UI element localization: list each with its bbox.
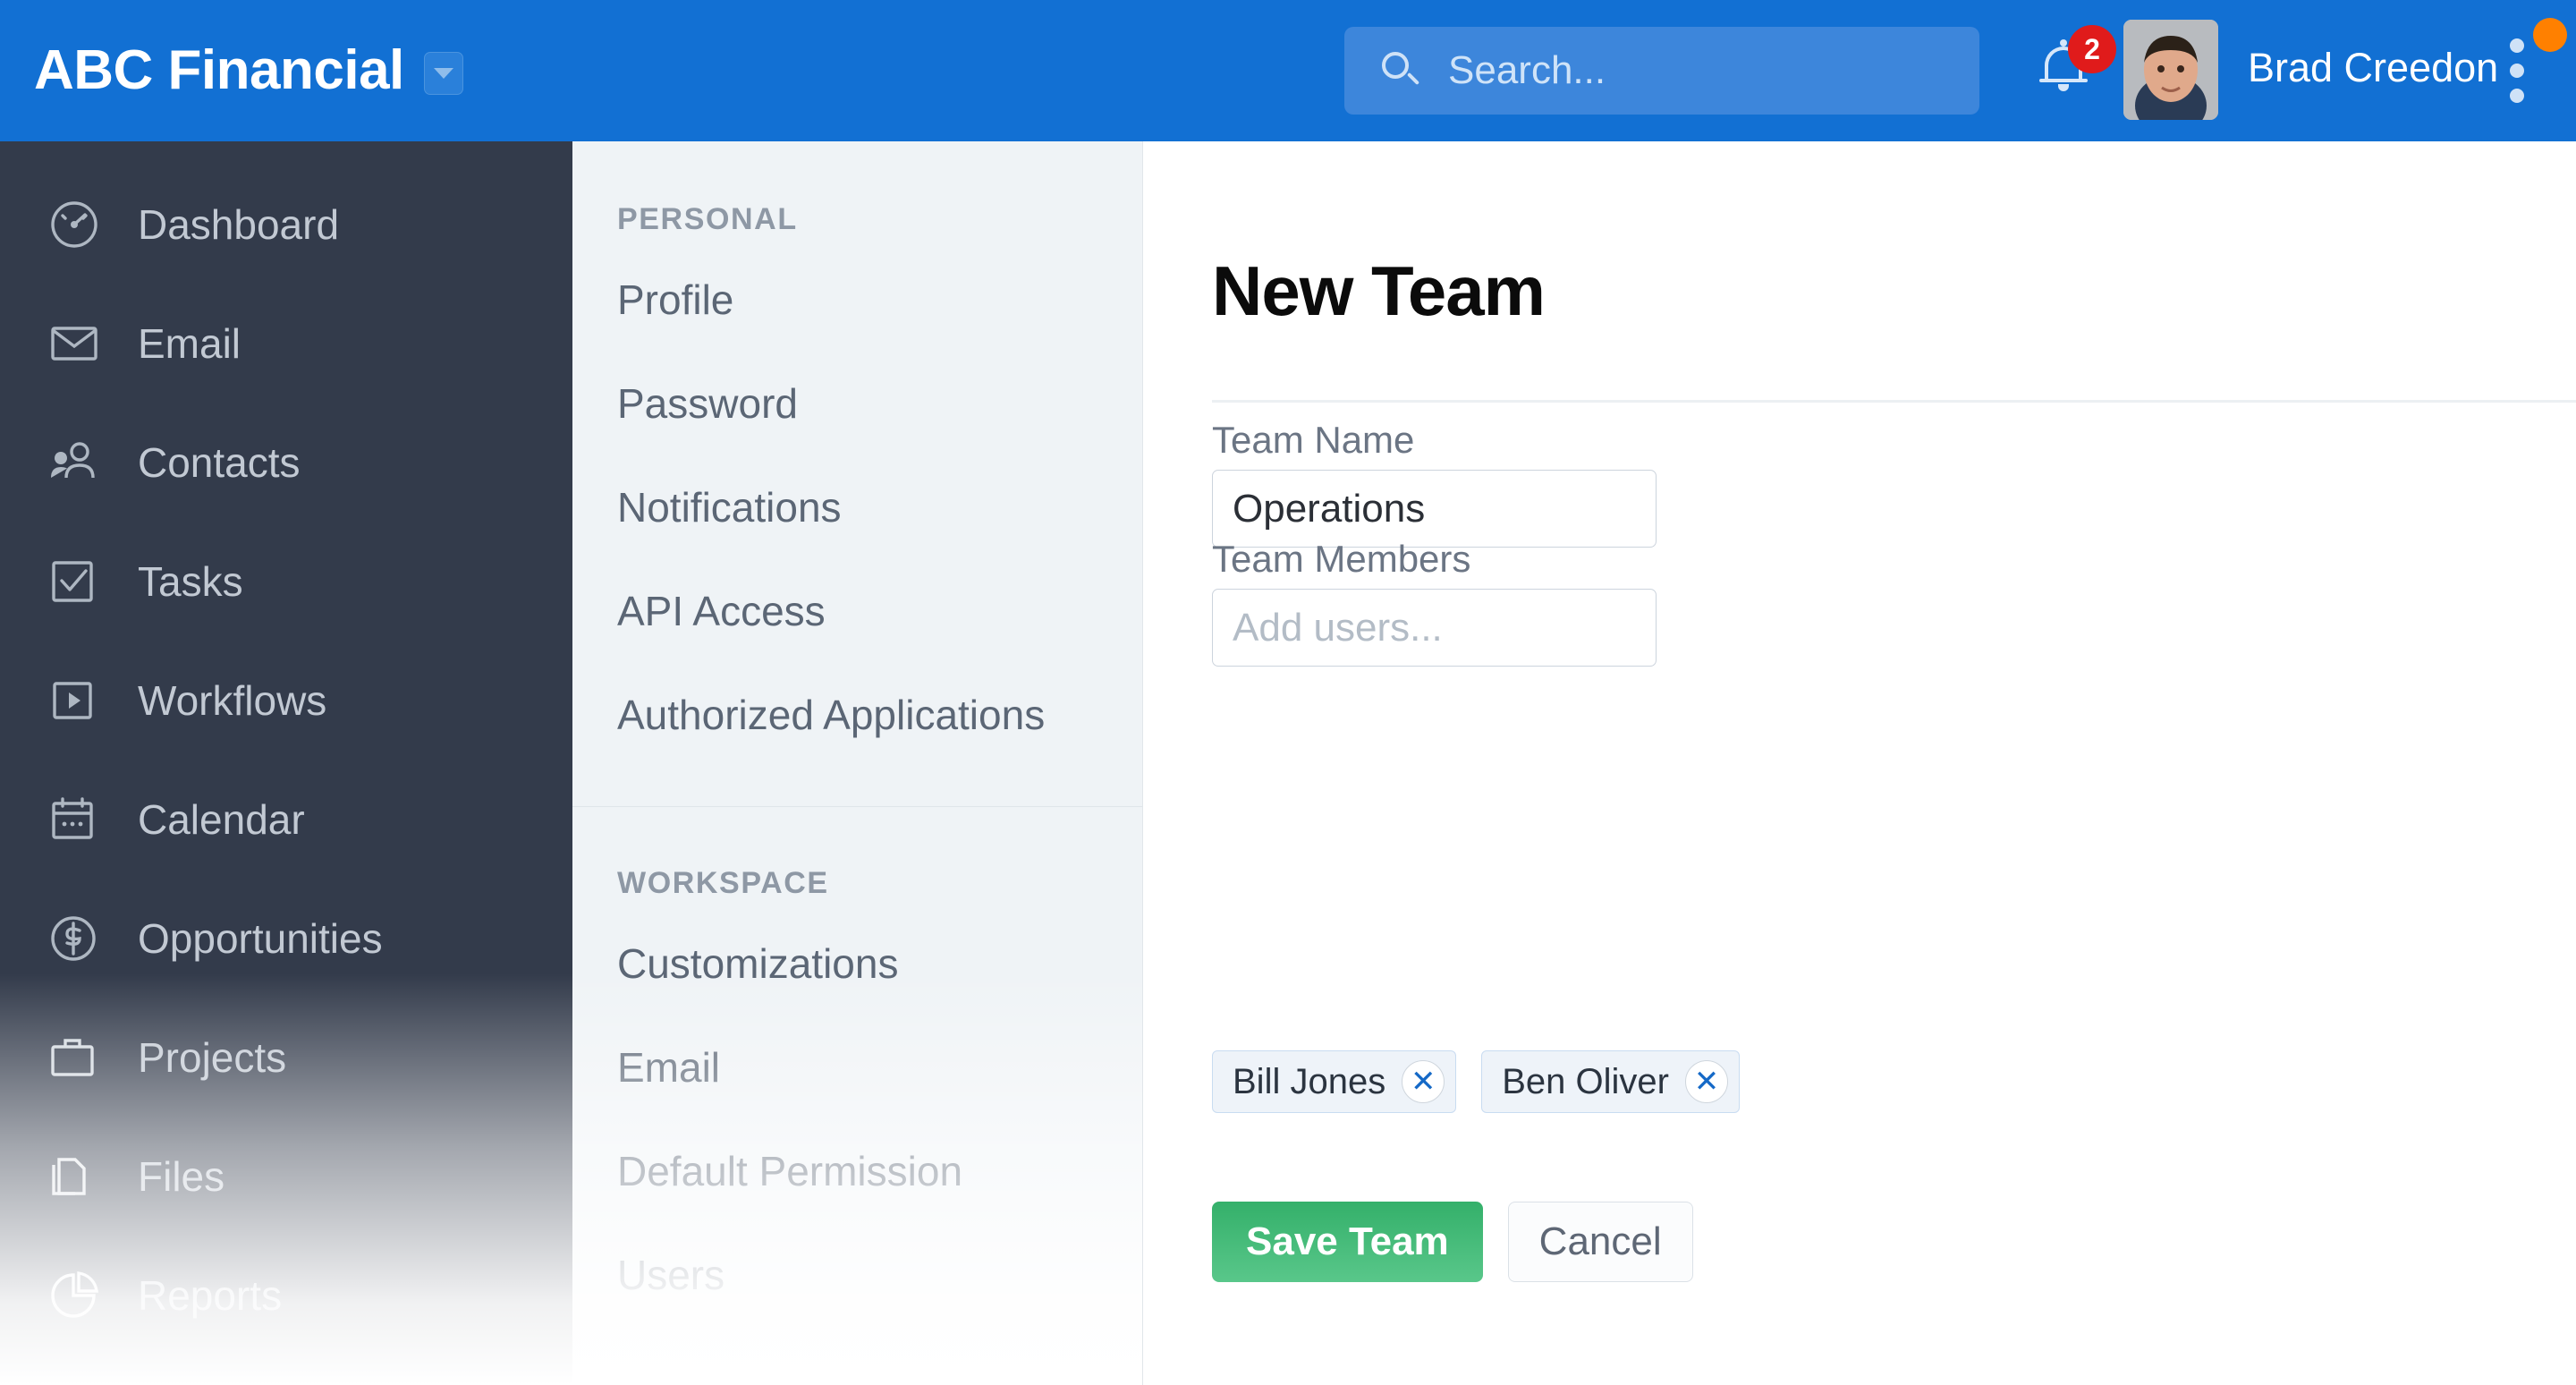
orange-status-dot: [2533, 18, 2567, 52]
form-actions: Save Team Cancel: [1212, 1202, 1693, 1282]
settings-item-email[interactable]: Email: [572, 1035, 1142, 1100]
sidebar-item-label: Workflows: [138, 677, 327, 724]
notifications-button[interactable]: 2: [2030, 25, 2116, 109]
cancel-button[interactable]: Cancel: [1507, 1202, 1693, 1282]
sidebar-item-label: Contacts: [138, 439, 301, 486]
chevron-down-icon[interactable]: [423, 52, 463, 95]
user-name[interactable]: Brad Creedon: [2248, 45, 2498, 91]
sidebar-item-projects[interactable]: Projects: [0, 1024, 572, 1091]
save-team-button[interactable]: Save Team: [1212, 1202, 1483, 1282]
avatar[interactable]: [2123, 20, 2218, 120]
dollar-circle-icon: [47, 911, 102, 966]
sidebar-item-opportunities[interactable]: Opportunities: [0, 905, 572, 972]
sidebar-item-contacts[interactable]: Contacts: [0, 429, 572, 496]
section-heading-personal: PERSONAL: [617, 202, 798, 236]
kebab-menu-icon[interactable]: [2510, 38, 2524, 103]
main-content: New Team Team Name Team Members Bill Jon…: [1144, 141, 2576, 1385]
play-square-icon: [47, 673, 102, 728]
settings-item-profile[interactable]: Profile: [572, 268, 1142, 332]
calendar-icon: [47, 792, 102, 847]
search-icon: [1380, 50, 1421, 91]
sidebar-item-label: Email: [138, 320, 242, 367]
sidebar-item-label: Projects: [138, 1034, 287, 1081]
settings-section-workspace: WORKSPACE Customizations Email Default P…: [572, 807, 1142, 1307]
settings-item-api-access[interactable]: API Access: [572, 579, 1142, 643]
app-title: ABC Financial: [34, 39, 404, 101]
settings-section-personal: PERSONAL Profile Password Notifications …: [572, 141, 1142, 747]
sidebar-item-files[interactable]: Files: [0, 1143, 572, 1210]
brand-area[interactable]: ABC Financial: [34, 43, 463, 98]
close-icon[interactable]: ✕: [1402, 1060, 1445, 1103]
team-members-label: Team Members: [1212, 538, 1471, 580]
team-members-input[interactable]: [1212, 589, 1657, 667]
sidebar-item-workflows[interactable]: Workflows: [0, 667, 572, 734]
settings-item-default-permission[interactable]: Default Permission: [572, 1139, 1142, 1203]
sidebar-item-dashboard[interactable]: Dashboard: [0, 191, 572, 258]
sidebar-item-calendar[interactable]: Calendar: [0, 786, 572, 853]
team-members-chip-list: Bill Jones ✕ Ben Oliver ✕: [1212, 1050, 1740, 1113]
sidebar-item-label: Reports: [138, 1272, 283, 1319]
sidebar-item-reports[interactable]: Reports: [0, 1262, 572, 1329]
settings-item-password[interactable]: Password: [572, 371, 1142, 436]
top-header-bar: ABC Financial Search... 2 Brad Creedon: [0, 0, 2576, 141]
sidebar-item-label: Opportunities: [138, 915, 383, 962]
search-box[interactable]: Search...: [1344, 27, 1979, 115]
team-name-input[interactable]: [1212, 470, 1657, 548]
sidebar-item-label: Tasks: [138, 558, 243, 605]
settings-item-users[interactable]: Users: [572, 1243, 1142, 1307]
close-icon[interactable]: ✕: [1684, 1060, 1728, 1103]
sidebar-item-email[interactable]: Email: [0, 310, 572, 377]
main-sidebar: Dashboard Email Contacts Tasks Workflows…: [0, 141, 572, 1385]
page-title: New Team: [1212, 251, 1546, 330]
pie-chart-icon: [47, 1268, 102, 1323]
sidebar-item-label: Files: [138, 1153, 225, 1200]
member-chip[interactable]: Bill Jones ✕: [1212, 1050, 1457, 1113]
documents-icon: [47, 1149, 102, 1204]
title-divider: [1212, 400, 2576, 403]
settings-item-customizations[interactable]: Customizations: [572, 931, 1142, 996]
briefcase-icon: [47, 1030, 102, 1085]
gauge-icon: [47, 197, 102, 252]
member-chip-name: Bill Jones: [1233, 1061, 1386, 1101]
envelope-icon: [47, 316, 102, 371]
search-input-placeholder[interactable]: Search...: [1448, 48, 1606, 93]
sidebar-item-label: Dashboard: [138, 201, 340, 248]
member-chip[interactable]: Ben Oliver ✕: [1481, 1050, 1740, 1113]
notification-badge: 2: [2068, 25, 2116, 73]
settings-item-authorized-applications[interactable]: Authorized Applications: [572, 683, 1142, 747]
team-name-label: Team Name: [1212, 419, 1415, 461]
section-heading-workspace: WORKSPACE: [617, 866, 829, 900]
user-avatar-photo: [2123, 20, 2218, 120]
checkbox-icon: [47, 554, 102, 609]
people-icon: [47, 435, 102, 490]
chevron-down-glyph: [433, 68, 453, 79]
member-chip-name: Ben Oliver: [1502, 1061, 1669, 1101]
sidebar-item-tasks[interactable]: Tasks: [0, 548, 572, 615]
app-root: ABC Financial Search... 2 Brad Creedon D…: [0, 0, 2576, 1385]
sidebar-item-label: Calendar: [138, 796, 305, 843]
settings-nav-panel: PERSONAL Profile Password Notifications …: [572, 141, 1143, 1385]
settings-item-notifications[interactable]: Notifications: [572, 475, 1142, 540]
